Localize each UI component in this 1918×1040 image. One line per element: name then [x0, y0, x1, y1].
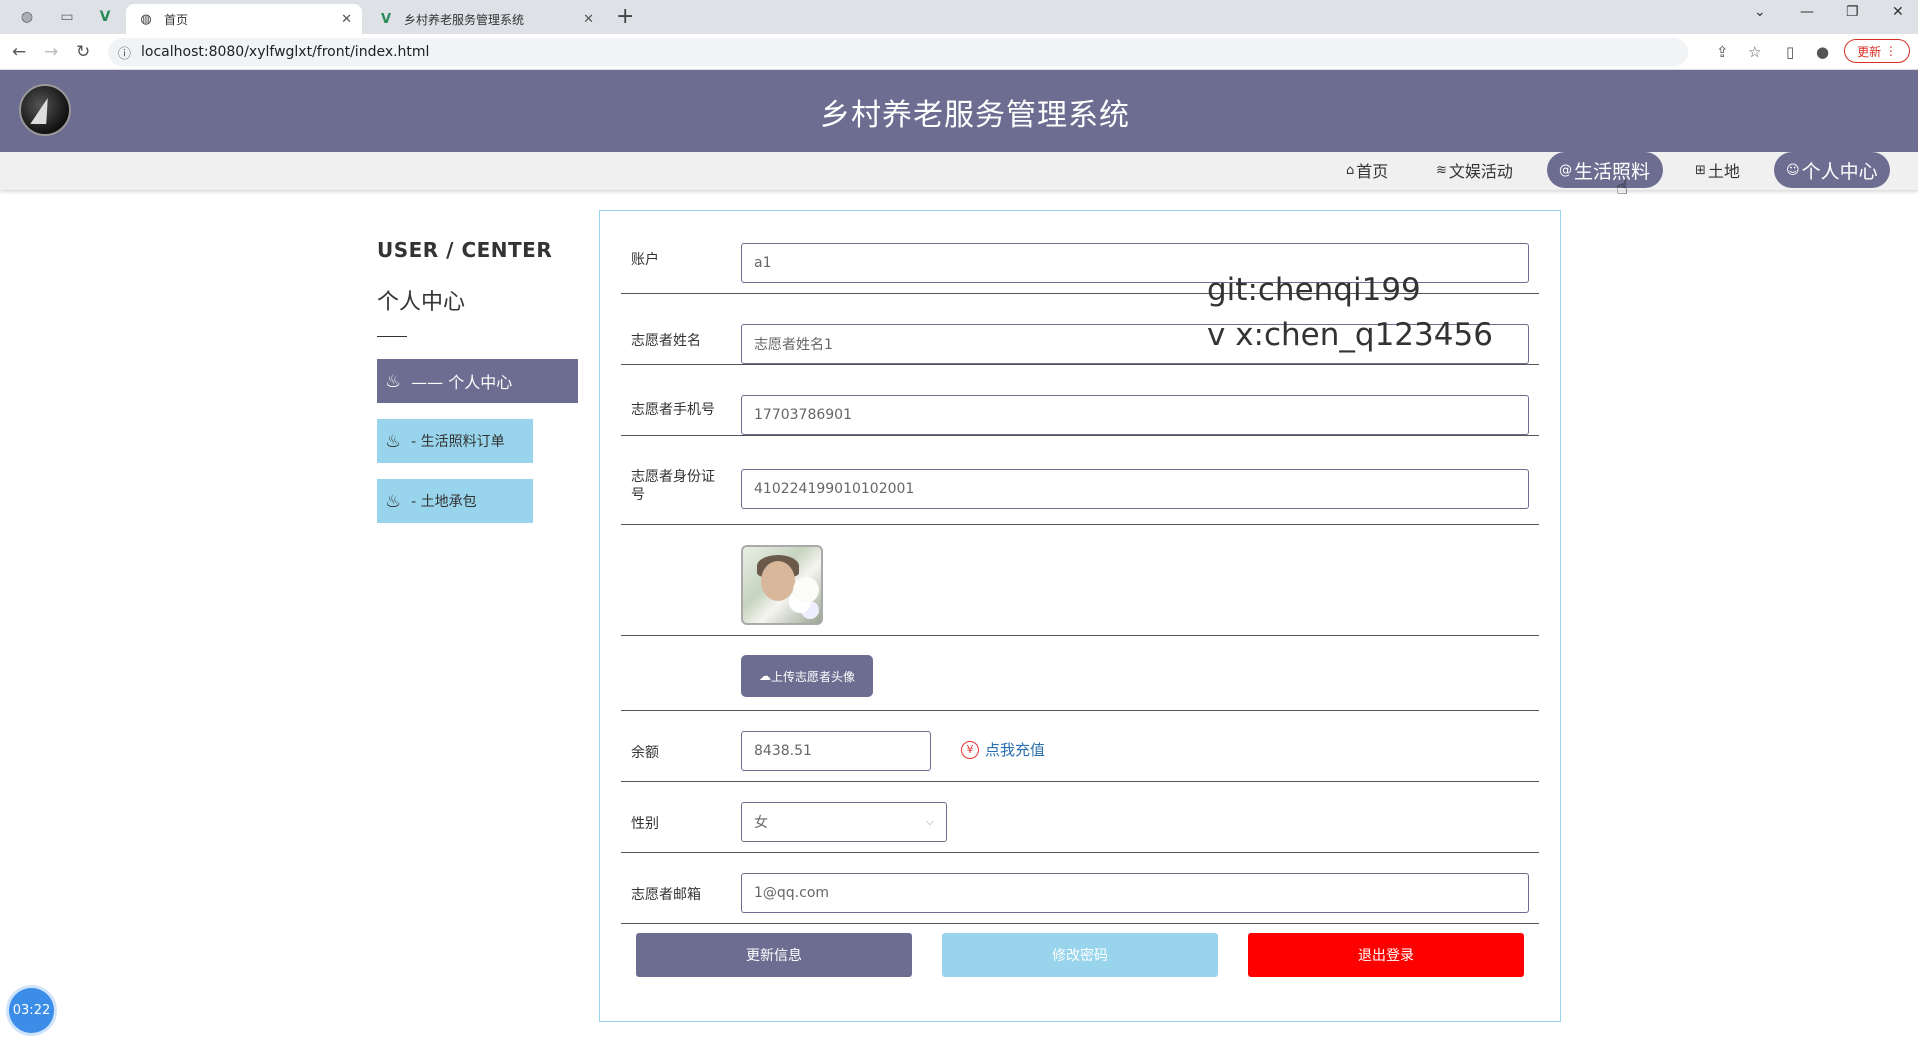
update-info-button[interactable]: 更新信息: [636, 933, 912, 977]
update-label: 更新: [1857, 44, 1882, 59]
vue-icon: V: [380, 11, 392, 27]
pinned-tab-globe-icon[interactable]: ◍: [12, 6, 42, 28]
layers-icon: ≋: [1436, 162, 1447, 178]
browser-tab-bar: ◍ ▭ V ◍ 首页 ✕ V 乡村养老服务管理系统 ✕ + ⌄ — ❐ ✕: [0, 0, 1918, 34]
address-bar: ← → ↻ ⓘ localhost:8080/xylfwglxt/front/i…: [0, 34, 1918, 70]
site-header: 乡村养老服务管理系统: [0, 70, 1918, 152]
reload-icon[interactable]: ↻: [76, 42, 90, 62]
volunteer-avatar: [741, 545, 823, 625]
recharge-link[interactable]: ¥ 点我充值: [961, 739, 1045, 760]
home-icon: ⌂: [1346, 162, 1355, 178]
new-tab-icon[interactable]: +: [616, 4, 634, 29]
site-title: 乡村养老服务管理系统: [820, 98, 1130, 133]
sidebar-item-user-center[interactable]: ♨ —— 个人中心: [377, 359, 578, 403]
back-icon[interactable]: ←: [12, 42, 26, 62]
top-menu: ⌂ 首页 ≋ 文娱活动 @ 生活照料 ⊞ 土地 ☺ 个人中心: [0, 152, 1918, 190]
sidebar-item-label: —— 个人中心: [411, 373, 513, 392]
tab-title: 首页: [164, 12, 189, 27]
menu-label: 个人中心: [1801, 160, 1878, 183]
field-label: 志愿者邮箱: [631, 887, 701, 903]
avatar-face: [761, 561, 795, 601]
menu-item-entertainment[interactable]: ≋ 文娱活动: [1424, 152, 1525, 188]
field-label: 志愿者姓名: [631, 333, 701, 349]
sidebar-item-care-orders[interactable]: ♨ - 生活照料订单: [377, 419, 533, 463]
close-tab-icon[interactable]: ✕: [583, 12, 594, 27]
sidebar-icon[interactable]: ▯: [1786, 43, 1794, 61]
upload-label: 上传志愿者头像: [770, 669, 855, 684]
flame-icon: ♨: [385, 490, 402, 512]
tab-search-chevron-icon[interactable]: ⌄: [1754, 4, 1766, 20]
change-password-button[interactable]: 修改密码: [942, 933, 1218, 977]
share-icon[interactable]: ⇪: [1716, 43, 1729, 61]
tab-home[interactable]: ◍ 首页 ✕: [126, 4, 362, 34]
gender-value: 女: [754, 815, 768, 831]
tab-system[interactable]: V 乡村养老服务管理系统 ✕: [366, 4, 604, 34]
sidebar-item-label: - 土地承包: [411, 494, 477, 510]
menu-item-land[interactable]: ⊞ 土地: [1683, 152, 1752, 188]
user-center-title-en: USER / CENTER: [377, 238, 553, 262]
info-icon: ⓘ: [118, 46, 132, 62]
bookmark-star-icon[interactable]: ☆: [1748, 43, 1761, 61]
logout-button[interactable]: 退出登录: [1248, 933, 1524, 977]
url-text: localhost:8080/xylfwglxt/front/index.htm…: [141, 44, 430, 60]
watermark-line-2: v x:chen_q123456: [1207, 317, 1493, 353]
pinned-tab-blank-icon[interactable]: ▭: [52, 6, 82, 28]
minimize-icon[interactable]: —: [1800, 4, 1814, 20]
form-row-balance: 余额 8438.51 ¥ 点我充值: [621, 711, 1539, 782]
form-row-gender: 性别 女 ⌵: [621, 782, 1539, 853]
menu-label: 生活照料: [1574, 160, 1651, 183]
care-icon: @: [1559, 162, 1572, 178]
form-row-upload: ☁ 上传志愿者头像: [621, 636, 1539, 711]
globe-icon: ◍: [140, 11, 152, 27]
form-row-id-number: 志愿者身份证号 410224199010102001: [621, 436, 1539, 525]
flame-icon: ♨: [385, 370, 402, 392]
tab-title: 乡村养老服务管理系统: [404, 12, 525, 27]
form-row-phone: 志愿者手机号 17703786901: [621, 365, 1539, 436]
watermark-line-1: git:chenqi199: [1207, 272, 1421, 308]
sidebar-item-label: - 生活照料订单: [411, 434, 505, 450]
close-tab-icon[interactable]: ✕: [341, 12, 352, 27]
email-input[interactable]: 1@qq.com: [741, 873, 1529, 913]
upload-avatar-button[interactable]: ☁ 上传志愿者头像: [741, 655, 873, 697]
close-window-icon[interactable]: ✕: [1892, 4, 1904, 20]
sidebar-item-land-contract[interactable]: ♨ - 土地承包: [377, 479, 533, 523]
field-label: 志愿者身份证号: [631, 469, 715, 503]
volunteer-phone-input[interactable]: 17703786901: [741, 395, 1529, 435]
balance-input[interactable]: 8438.51: [741, 731, 931, 771]
menu-item-user-center[interactable]: ☺ 个人中心: [1774, 152, 1890, 188]
id-number-input[interactable]: 410224199010102001: [741, 469, 1529, 509]
form-row-email: 志愿者邮箱 1@qq.com: [621, 853, 1539, 924]
menu-label: 文娱活动: [1448, 162, 1513, 181]
form-row-avatar: [621, 525, 1539, 636]
forward-icon[interactable]: →: [44, 42, 58, 62]
grid-icon: ⊞: [1695, 162, 1706, 178]
cloud-upload-icon: ☁: [758, 669, 771, 683]
clock-badge: 03:22: [9, 988, 54, 1033]
field-label: 账户: [631, 252, 659, 268]
url-field[interactable]: ⓘ localhost:8080/xylfwglxt/front/index.h…: [108, 38, 1688, 66]
restore-icon[interactable]: ❐: [1846, 4, 1859, 20]
menu-item-home[interactable]: ⌂ 首页: [1334, 152, 1400, 188]
recharge-label: 点我充值: [985, 741, 1046, 759]
flame-icon: ♨: [385, 430, 402, 452]
field-label: 志愿者手机号: [631, 402, 715, 418]
gender-select[interactable]: 女 ⌵: [741, 802, 947, 842]
chevron-down-icon: ⌵: [925, 815, 934, 828]
avatar-flower: [793, 577, 819, 603]
menu-item-life-care[interactable]: @ 生活照料: [1547, 152, 1663, 188]
field-label: 余额: [631, 745, 659, 761]
field-label: 性别: [631, 816, 659, 832]
profile-icon[interactable]: ●: [1816, 43, 1829, 61]
menu-label: 首页: [1356, 162, 1389, 181]
mouse-cursor-icon: ☝: [1616, 175, 1629, 199]
browser-update-button[interactable]: 更新 ⋮: [1844, 39, 1910, 63]
menu-label: 土地: [1707, 162, 1740, 181]
user-center-title-cn: 个人中心: [377, 290, 466, 315]
divider: [377, 336, 407, 337]
user-icon: ☺: [1786, 162, 1800, 178]
yen-icon: ¥: [961, 740, 979, 759]
pinned-tab-vue-icon[interactable]: V: [90, 6, 120, 28]
